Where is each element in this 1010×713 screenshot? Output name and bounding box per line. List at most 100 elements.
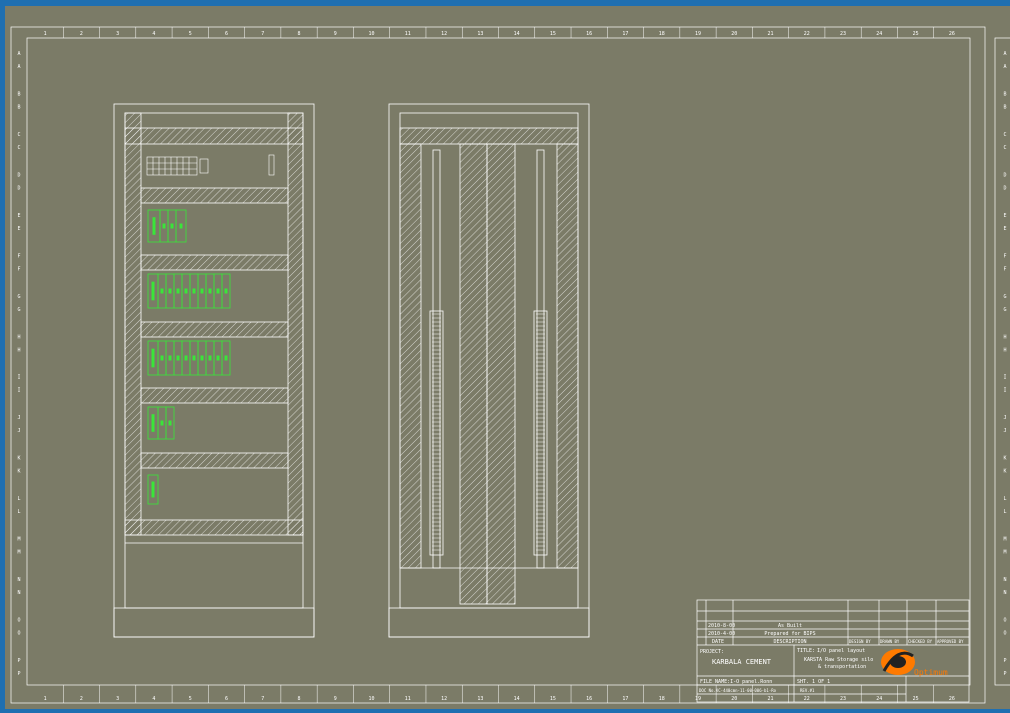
row-label: K <box>17 469 20 475</box>
io-module-indicator <box>151 281 155 301</box>
io-module-indicator <box>168 288 172 294</box>
column-label: 15 <box>550 696 556 702</box>
column-label: 15 <box>550 31 556 37</box>
io-module-indicator <box>184 288 188 294</box>
row-label: C <box>17 145 20 151</box>
column-label: 10 <box>369 696 375 702</box>
row-label: F <box>1003 266 1006 272</box>
header-design-by: DESIGN BY <box>849 639 871 644</box>
row-label: P <box>17 658 20 664</box>
row-label: L <box>17 509 20 515</box>
rev-label: REV.#1 <box>800 688 815 693</box>
column-label: 5 <box>189 31 192 37</box>
doc-number: DOC No.KC-440cmn-11-00-006-b1-Ro <box>699 688 777 693</box>
row-label: H <box>1003 347 1006 353</box>
column-label: 19 <box>695 31 701 37</box>
rev-1-description: As Built <box>778 623 802 629</box>
io-module-indicator <box>216 288 220 294</box>
row-label: K <box>17 456 20 462</box>
column-label: 4 <box>152 31 155 37</box>
row-label: E <box>17 213 20 219</box>
title-label: TITLE: <box>797 648 815 654</box>
io-module-indicator <box>192 355 196 361</box>
io-module-indicator <box>176 355 180 361</box>
row-label: J <box>1003 415 1006 421</box>
io-module-indicator <box>170 223 174 229</box>
column-label: 25 <box>913 696 919 702</box>
row-label: D <box>1003 173 1006 179</box>
row-label: E <box>1003 226 1006 232</box>
row-label: F <box>1003 253 1006 259</box>
header-description: DESCRIPTION <box>773 639 806 645</box>
row-label: B <box>1003 105 1006 111</box>
io-module-indicator <box>151 348 155 368</box>
column-label: 14 <box>514 696 520 702</box>
column-label: 1 <box>44 31 47 37</box>
header-date: DATE <box>712 639 724 645</box>
row-label: N <box>1003 590 1006 596</box>
io-module-indicator <box>151 414 155 432</box>
row-label: G <box>1003 307 1006 313</box>
column-label: 17 <box>622 31 628 37</box>
row-label: G <box>17 294 20 300</box>
row-label: E <box>1003 213 1006 219</box>
header-checked-by: CHECKED BY <box>908 639 933 644</box>
row-label: D <box>17 173 20 179</box>
title-line1: I/O panel layout <box>817 648 865 654</box>
column-label: 8 <box>298 31 301 37</box>
column-label: 9 <box>334 31 337 37</box>
row-label: L <box>1003 496 1006 502</box>
column-label: 6 <box>225 31 228 37</box>
column-label: 18 <box>659 696 665 702</box>
row-label: M <box>1003 536 1006 542</box>
row-label: M <box>17 549 20 555</box>
column-label: 2 <box>80 696 83 702</box>
column-label: 3 <box>116 696 119 702</box>
row-label: A <box>1003 64 1006 70</box>
io-module-indicator <box>162 223 166 229</box>
io-module-indicator <box>168 420 172 426</box>
row-label: B <box>1003 92 1006 98</box>
row-label: H <box>17 334 20 340</box>
column-label: 22 <box>804 696 810 702</box>
header-approved-by: APPROVED BY <box>937 639 964 644</box>
logo-text: Optimum <box>914 668 948 677</box>
column-label: 11 <box>405 696 411 702</box>
row-label: C <box>1003 132 1006 138</box>
row-label: A <box>17 51 20 57</box>
row-label: I <box>1003 388 1006 394</box>
column-label: 24 <box>876 31 882 37</box>
io-module-indicator <box>160 355 164 361</box>
column-label: 12 <box>441 696 447 702</box>
io-module-indicator <box>176 288 180 294</box>
column-label: 2 <box>80 31 83 37</box>
column-label: 21 <box>768 31 774 37</box>
row-label: B <box>17 105 20 111</box>
row-label: A <box>17 64 20 70</box>
row-label: H <box>1003 334 1006 340</box>
row-label: I <box>1003 375 1006 381</box>
io-module-indicator <box>152 217 156 235</box>
row-label: J <box>17 415 20 421</box>
cad-drawing-sheet: 1 2 3 4 5 6 7 8 9 10 11 12 13 14 15 16 17 18 19 20 21 22 23 24 2… <box>0 0 1010 709</box>
io-module-indicator <box>151 481 155 498</box>
column-label: 12 <box>441 31 447 37</box>
column-label: 14 <box>514 31 520 37</box>
row-label: C <box>1003 145 1006 151</box>
sheet-number: SHT. 1 OF 1 <box>797 679 830 685</box>
row-label: L <box>17 496 20 502</box>
column-label: 5 <box>189 696 192 702</box>
row-label: A <box>1003 51 1006 57</box>
io-module-indicator <box>200 355 204 361</box>
column-label: 26 <box>949 696 955 702</box>
column-label: 23 <box>840 31 846 37</box>
column-label: 25 <box>913 31 919 37</box>
row-label: I <box>17 388 20 394</box>
file-name: FILE NAME:I-O panel.Ronn <box>700 679 772 685</box>
column-label: 17 <box>622 696 628 702</box>
column-label: 7 <box>261 31 264 37</box>
row-label: G <box>17 307 20 313</box>
row-label: J <box>1003 428 1006 434</box>
row-label: O <box>1003 630 1006 636</box>
column-label: 10 <box>369 31 375 37</box>
